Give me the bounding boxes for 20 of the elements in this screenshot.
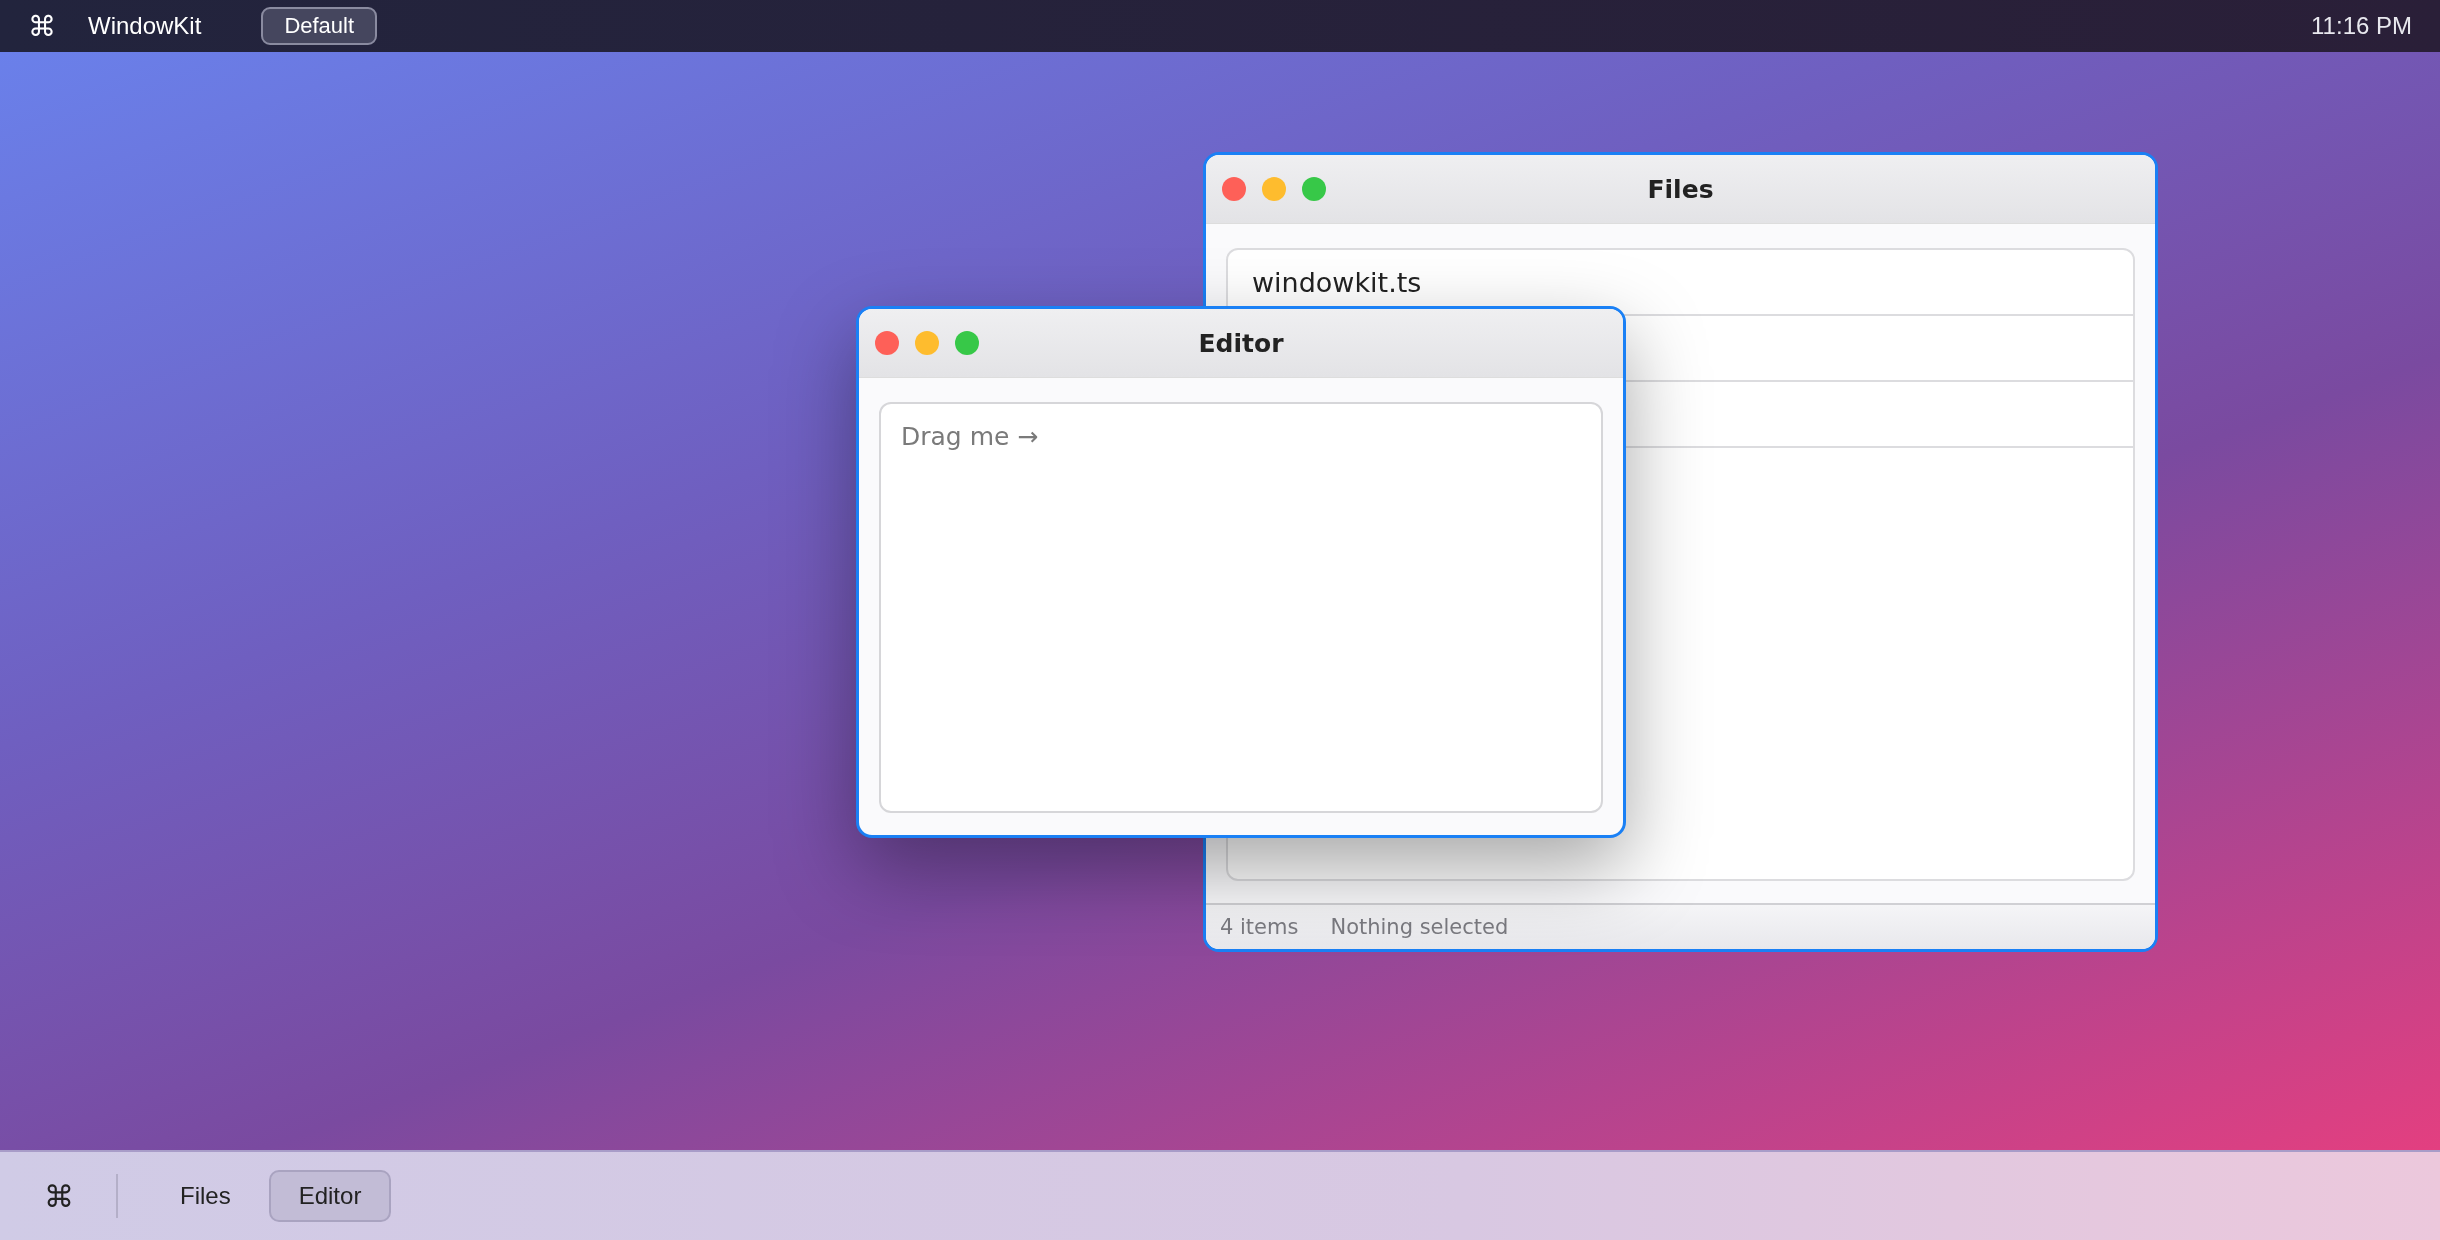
title-bar[interactable]: Files: [1206, 155, 2155, 224]
dock-item[interactable]: Editor: [268, 1170, 392, 1222]
maximize-button[interactable]: [955, 331, 979, 355]
status-text: 4 items: [1220, 915, 1299, 939]
editor-field[interactable]: Drag me →: [879, 402, 1603, 813]
dock-item[interactable]: Files: [150, 1170, 261, 1222]
theme-button[interactable]: Default: [261, 7, 378, 45]
command-icon[interactable]: ⌘: [44, 1178, 76, 1214]
minimize-button[interactable]: [1262, 177, 1286, 201]
minimize-button[interactable]: [915, 331, 939, 355]
command-logo: ⌘: [28, 9, 56, 43]
clock: 11:16 PM: [2311, 12, 2412, 40]
window-title: Files: [1647, 174, 1714, 204]
title-bar[interactable]: Editor: [859, 309, 1623, 378]
close-button[interactable]: [875, 331, 899, 355]
window-title: Editor: [1198, 328, 1284, 358]
close-button[interactable]: [1222, 177, 1246, 201]
maximize-button[interactable]: [1302, 177, 1326, 201]
app-name: WindowKit: [88, 12, 202, 40]
status-text: Nothing selected: [1330, 915, 1509, 939]
